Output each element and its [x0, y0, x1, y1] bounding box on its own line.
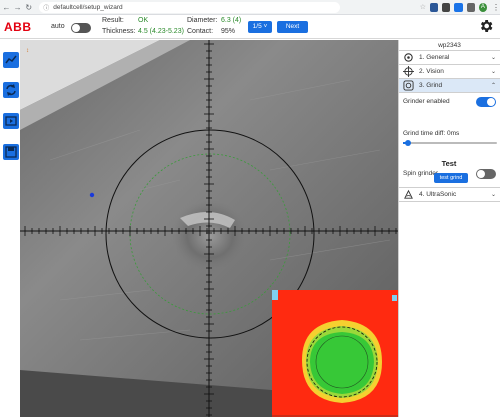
grinder-enabled-toggle[interactable] [476, 97, 496, 107]
result-value: OK [138, 17, 149, 24]
sync-icon [6, 84, 16, 96]
settings-panel: wp2343 1. General ⌄ 2. Vision ⌄ 3. Grind… [398, 40, 500, 417]
chevron-up-icon: ⌃ [490, 83, 496, 89]
save-button[interactable] [3, 144, 19, 160]
auto-toggle[interactable] [71, 23, 91, 33]
profile-avatar[interactable]: A [478, 2, 487, 12]
chevron-down-icon: ⌄ [490, 55, 496, 61]
spin-grinder-toggle[interactable] [476, 169, 496, 179]
puzzle-icon[interactable] [466, 2, 475, 12]
spin-grinder-label: Spin grinder [403, 170, 439, 177]
grind-icon [403, 80, 414, 91]
grind-time-slider[interactable] [403, 140, 497, 146]
section-general[interactable]: 1. General ⌄ [399, 51, 500, 65]
section-vision[interactable]: 2. Vision ⌄ [399, 65, 500, 79]
chart-line-button[interactable] [3, 52, 19, 68]
section-grind-label: 3. Grind [419, 82, 443, 89]
contact-value: 95% [221, 28, 236, 35]
gear-icon[interactable] [478, 18, 494, 34]
url-text: defaultcell/setup_wizard [53, 3, 123, 11]
section-ultrasonic-label: 4. UltraSonic [419, 191, 457, 198]
section-general-label: 1. General [419, 54, 450, 61]
abb-logo: ABB [4, 20, 32, 34]
video-icon [5, 116, 17, 126]
section-vision-label: 2. Vision [419, 68, 444, 75]
sync-button[interactable] [3, 82, 19, 98]
browser-toolbar: ← → ↻ ⓘ defaultcell/setup_wizard ☆ A ⋮ [0, 0, 500, 15]
svg-text:↕: ↕ [26, 48, 29, 54]
star-icon[interactable]: ☆ [420, 3, 426, 11]
thickness-value: 4.5 (4.23-5.23) [138, 28, 184, 35]
camera-view[interactable]: ↕ [20, 40, 398, 417]
crosshair-icon [403, 66, 414, 77]
menu-icon[interactable]: ⋮ [492, 3, 500, 12]
grinder-enabled-label: Grinder enabled [403, 98, 450, 105]
chevron-down-icon: ˅ [261, 23, 268, 30]
extension-icon[interactable] [454, 2, 463, 12]
back-icon[interactable]: ← [2, 3, 11, 12]
video-button[interactable] [3, 113, 19, 129]
contact-label: Contact: [187, 28, 214, 35]
save-icon [5, 146, 17, 158]
info-icon: ⓘ [43, 5, 50, 12]
extension-icon[interactable] [430, 2, 439, 12]
forward-icon[interactable]: → [13, 3, 22, 12]
result-label: Result: [102, 17, 124, 24]
section-grind[interactable]: 3. Grind ⌃ [399, 79, 500, 93]
ultrasonic-icon [404, 189, 413, 199]
next-button[interactable]: Next [277, 21, 308, 33]
chevron-down-icon: ⌄ [490, 192, 496, 198]
chevron-down-icon: ⌄ [490, 69, 496, 75]
diameter-label: Diameter: [187, 17, 218, 24]
extension-icon[interactable] [442, 2, 451, 12]
slider-handle[interactable] [404, 140, 411, 146]
reload-icon[interactable]: ↻ [24, 3, 33, 12]
address-bar[interactable]: ⓘ defaultcell/setup_wizard [39, 1, 340, 13]
gear-icon [404, 53, 413, 62]
test-grind-button[interactable]: test grind [434, 173, 468, 183]
test-heading: Test [441, 159, 457, 168]
diameter-value: 6.3 (4) [221, 17, 242, 24]
chart-line-icon [5, 55, 17, 64]
workpiece-title: wp2343 [399, 40, 500, 51]
thickness-label: Thickness: [102, 28, 136, 35]
grind-time-diff-label: Grind time diff: 0ms [403, 130, 460, 137]
page-select[interactable]: 1/5 ˅ [248, 21, 272, 33]
section-ultrasonic[interactable]: 4. UltraSonic ⌄ [399, 188, 500, 202]
auto-label: auto [51, 23, 65, 30]
